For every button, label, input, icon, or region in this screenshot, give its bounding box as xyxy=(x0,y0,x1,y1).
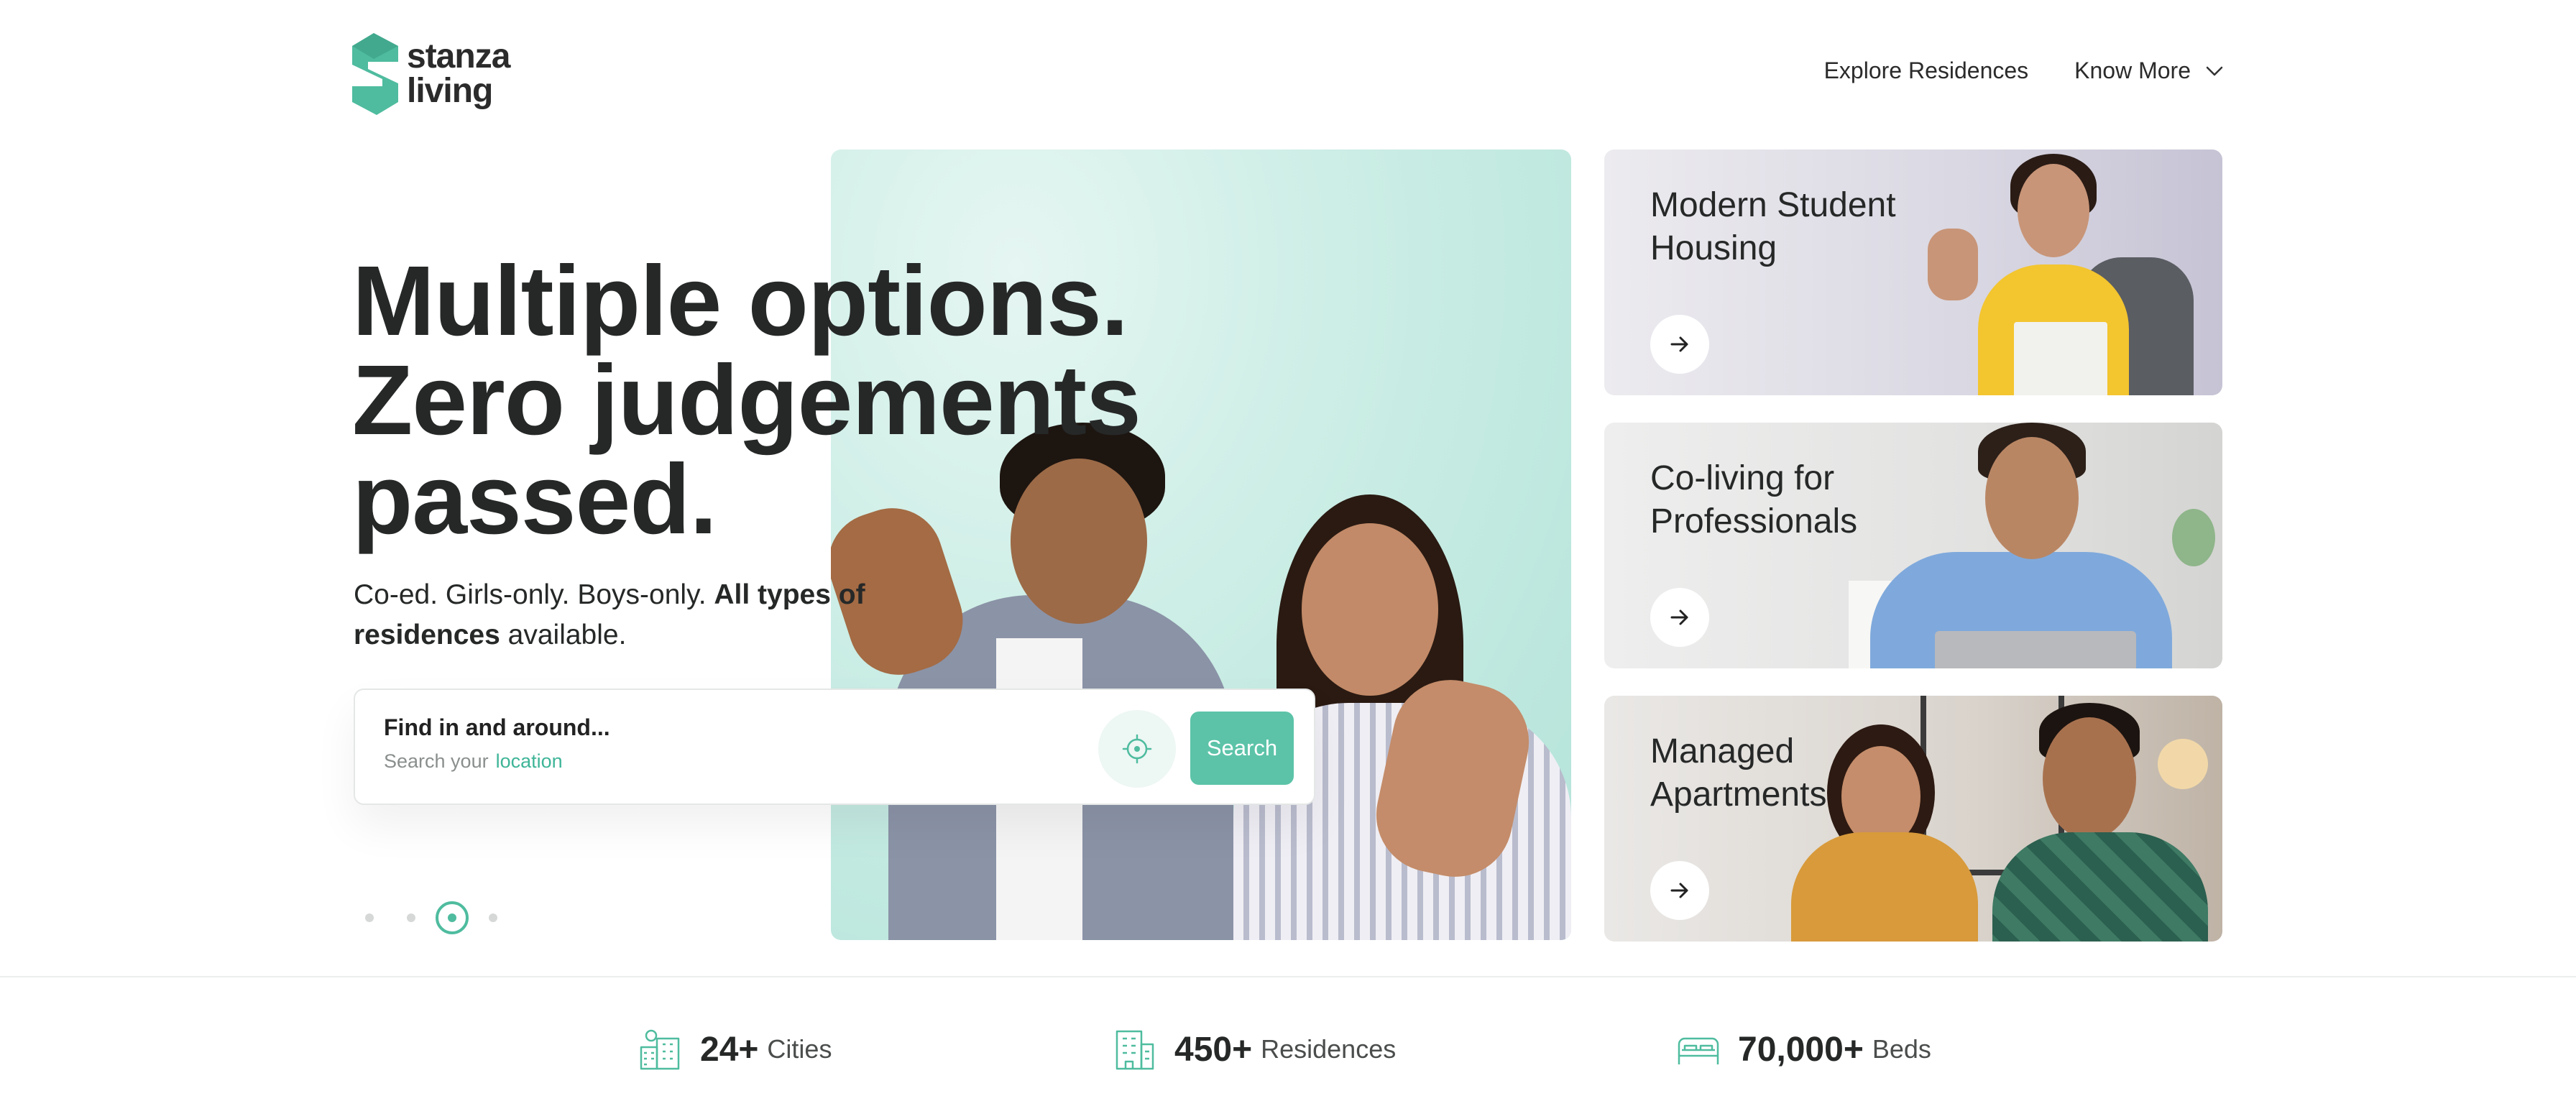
logo-text: stanza living xyxy=(407,40,510,109)
stat-beds-value: 70,000+ xyxy=(1738,1030,1864,1069)
logo-line-2: living xyxy=(407,72,493,110)
carousel-dot-2[interactable] xyxy=(407,913,415,922)
card-3-title-line-2: Apartments xyxy=(1650,775,1827,814)
headline-line-2: Zero judgements xyxy=(352,345,1141,456)
stat-beds: 70,000+ Beds xyxy=(1675,1021,1931,1078)
locate-me-button[interactable] xyxy=(1098,710,1176,788)
card-1-person-head xyxy=(2018,164,2089,257)
logo-line-1: stanza xyxy=(407,37,510,75)
search-input[interactable]: Search your location xyxy=(384,750,563,773)
main-nav: Explore Residences Know More xyxy=(1824,57,2225,84)
card-coliving-professionals[interactable]: Co-living for Professionals xyxy=(1604,423,2222,668)
stat-cities-label: Cities xyxy=(767,1034,832,1064)
card-3-arrow-button[interactable] xyxy=(1650,861,1709,920)
nav-know-more[interactable]: Know More xyxy=(2074,57,2225,84)
stat-residences-value: 450+ xyxy=(1174,1030,1253,1069)
location-search[interactable]: Find in and around... Search your locatio… xyxy=(354,689,1315,805)
chevron-down-icon xyxy=(2206,66,2223,75)
card-3-lamp xyxy=(2158,739,2208,789)
logo[interactable]: stanza living xyxy=(352,33,510,115)
nav-know-more-label: Know More xyxy=(2074,57,2191,83)
card-3-woman-head xyxy=(1841,746,1920,847)
bed-icon xyxy=(1678,1037,1719,1064)
carousel-dot-1[interactable] xyxy=(365,913,374,922)
stat-residences-label: Residences xyxy=(1261,1034,1397,1064)
card-3-title: Managed Apartments xyxy=(1650,730,1826,816)
card-2-title-line-1: Co-living for xyxy=(1650,459,1835,497)
card-1-title-line-1: Modern Student xyxy=(1650,186,1896,224)
crosshair-icon xyxy=(1122,734,1152,764)
stanza-logo-icon xyxy=(352,33,398,115)
stat-cities: 24+ Cities xyxy=(637,1021,832,1078)
search-button[interactable]: Search xyxy=(1190,712,1294,785)
card-2-laptop xyxy=(1935,631,2136,668)
card-2-title: Co-living for Professionals xyxy=(1650,457,1857,543)
card-3-woman-body xyxy=(1791,832,1978,942)
stat-beds-label: Beds xyxy=(1872,1034,1931,1064)
nav-explore-label: Explore Residences xyxy=(1823,57,2029,83)
card-2-person-head xyxy=(1985,437,2079,559)
card-2-plant xyxy=(2172,509,2215,566)
card-2-arrow-button[interactable] xyxy=(1650,588,1709,647)
carousel-dots xyxy=(365,901,497,934)
subline-text-1: Co-ed. Girls-only. Boys-only. xyxy=(354,579,714,610)
hero-subline: Co-ed. Girls-only. Boys-only. All types … xyxy=(354,575,886,655)
arrow-right-icon xyxy=(1670,883,1688,898)
headline-line-1: Multiple options. xyxy=(352,246,1128,356)
nav-explore-residences[interactable]: Explore Residences xyxy=(1824,57,2029,84)
subline-text-2: available. xyxy=(500,620,627,650)
site-header: stanza living Explore Residences Know Mo… xyxy=(0,0,2576,144)
card-3-man-head xyxy=(2043,717,2136,839)
carousel-dot-4[interactable] xyxy=(489,913,497,922)
card-managed-apartments[interactable]: Managed Apartments xyxy=(1604,696,2222,942)
card-1-title-line-2: Housing xyxy=(1650,229,1777,267)
arrow-right-icon xyxy=(1670,336,1688,352)
hero-person-2-head xyxy=(1302,523,1438,696)
stat-cities-value: 24+ xyxy=(700,1030,759,1069)
building-icon xyxy=(1116,1030,1154,1070)
hero-headline: Multiple options. Zero judgements passed… xyxy=(352,252,1141,549)
carousel-dot-3-active[interactable] xyxy=(436,901,469,934)
card-2-title-line-2: Professionals xyxy=(1650,502,1858,540)
search-placeholder-highlight: location xyxy=(495,750,563,772)
card-1-arrow-button[interactable] xyxy=(1650,315,1709,374)
card-1-books xyxy=(2014,322,2107,395)
headline-line-3: passed. xyxy=(352,444,717,555)
stat-residences: 450+ Residences xyxy=(1111,1021,1396,1078)
search-placeholder: Search your xyxy=(384,750,489,772)
card-student-housing[interactable]: Modern Student Housing xyxy=(1604,149,2222,395)
card-3-man-body xyxy=(1992,832,2208,942)
card-3-title-line-1: Managed xyxy=(1650,732,1795,770)
city-icon xyxy=(640,1029,680,1070)
card-1-title: Modern Student Housing xyxy=(1650,184,1896,270)
section-divider xyxy=(0,976,2576,977)
card-1-thumb xyxy=(1928,229,1978,300)
arrow-right-icon xyxy=(1670,609,1688,625)
search-title: Find in and around... xyxy=(384,714,610,740)
